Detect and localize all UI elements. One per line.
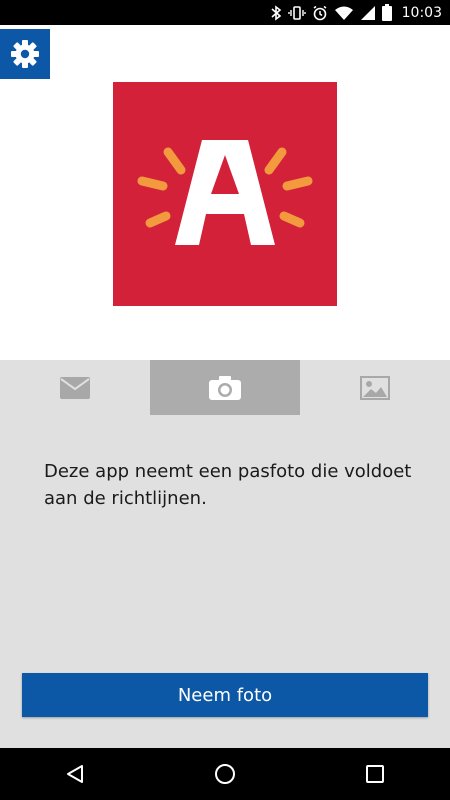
- image-icon: [360, 375, 390, 400]
- back-icon: [67, 765, 83, 783]
- wifi-icon: [334, 6, 353, 20]
- recents-icon: [366, 765, 384, 783]
- settings-button[interactable]: [0, 29, 50, 79]
- vibrate-icon: [287, 5, 306, 20]
- mode-tabs: [0, 360, 450, 415]
- system-nav-bar: [0, 748, 450, 800]
- take-photo-button[interactable]: Neem foto: [22, 673, 428, 717]
- gear-icon: [11, 40, 39, 68]
- signal-icon: [360, 5, 375, 20]
- bluetooth-icon: [271, 4, 281, 21]
- camera-icon: [209, 375, 241, 400]
- status-time: 10:03: [401, 4, 442, 21]
- tab-camera[interactable]: [150, 360, 300, 415]
- battery-icon: [381, 4, 392, 21]
- home-icon: [215, 764, 235, 784]
- app-logo: [113, 82, 337, 306]
- recents-button[interactable]: [345, 748, 405, 800]
- header-area: [0, 25, 450, 360]
- alarm-icon: [313, 5, 327, 20]
- envelope-icon: [60, 376, 90, 399]
- description-text: Deze app neemt een pasfoto die voldoet a…: [44, 461, 412, 509]
- status-bar: 10:03: [0, 0, 450, 25]
- logo-graphic: [137, 140, 313, 245]
- home-button[interactable]: [195, 748, 255, 800]
- tab-gallery[interactable]: [300, 360, 450, 415]
- tab-email[interactable]: [0, 360, 150, 415]
- back-button[interactable]: [45, 748, 105, 800]
